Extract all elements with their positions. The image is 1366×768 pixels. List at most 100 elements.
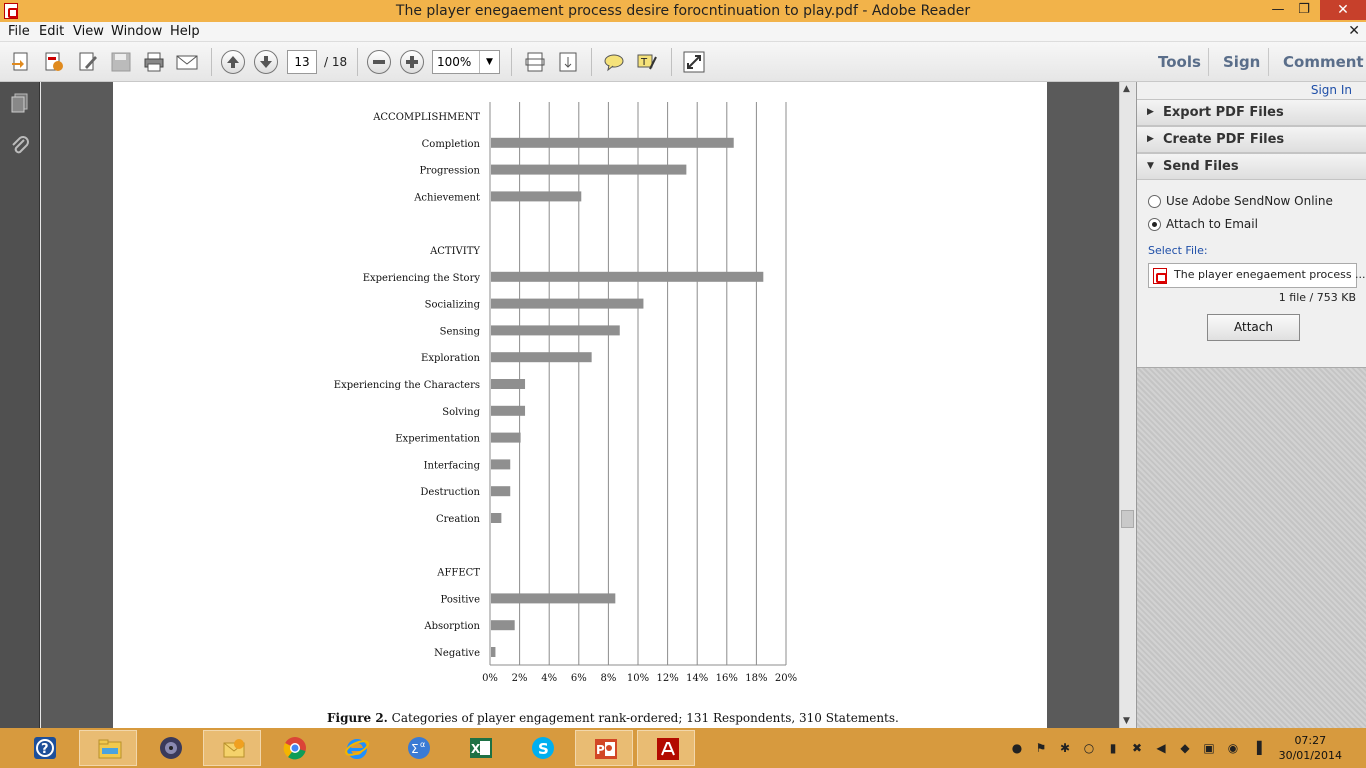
flag-tray-icon[interactable]: ⚑	[1034, 741, 1048, 755]
selected-file-name: The player enegaement process ...	[1174, 268, 1366, 281]
device-tray-icon[interactable]: ▮	[1106, 741, 1120, 755]
chevron-down-icon[interactable]: ▼	[479, 51, 499, 73]
sync-tray-icon[interactable]: ○	[1082, 741, 1096, 755]
tab-sign[interactable]: Sign	[1223, 53, 1260, 71]
svg-text:X: X	[471, 742, 481, 756]
power-tray-icon[interactable]: ●	[1010, 741, 1024, 755]
highlight-text-icon[interactable]: T	[636, 51, 658, 73]
left-navigation-pane	[0, 82, 40, 728]
taskbar-skype[interactable]: S	[513, 730, 571, 766]
toolbar: 13 / 18 100% ▼ T Tools Sign Comment	[0, 42, 1366, 82]
scroll-down-icon[interactable]: ▼	[1123, 716, 1130, 726]
attachments-icon[interactable]	[9, 134, 31, 156]
close-document-icon[interactable]: ✕	[1348, 23, 1360, 39]
radio-sendnow-label[interactable]: Use Adobe SendNow Online	[1166, 194, 1333, 208]
help-icon: ?	[34, 737, 56, 759]
title-bar: The player enegaement process desire for…	[0, 0, 1366, 22]
open-file-icon[interactable]	[10, 51, 32, 73]
scroll-mode-icon[interactable]	[557, 51, 579, 73]
export-pdf-section[interactable]: ▶ Export PDF Files	[1137, 99, 1366, 126]
excel-icon: X	[470, 738, 492, 758]
radio-attach-email[interactable]	[1148, 218, 1161, 231]
create-pdf-section[interactable]: ▶ Create PDF Files	[1137, 126, 1366, 153]
menu-help[interactable]: Help	[170, 24, 200, 39]
display-tray-icon[interactable]: ▣	[1202, 741, 1216, 755]
maximize-button[interactable]: ❐	[1291, 0, 1317, 20]
next-page-button[interactable]	[254, 50, 278, 74]
bar	[491, 298, 644, 309]
category-label: Achievement	[413, 192, 480, 203]
menu-view[interactable]: View	[73, 24, 104, 39]
x-tick-label: 0%	[482, 673, 498, 684]
zoom-in-button[interactable]	[400, 50, 424, 74]
taskbar-powerpoint[interactable]: P	[575, 730, 633, 766]
signal-strength-icon[interactable]: ▐	[1250, 741, 1264, 755]
pdf-file-icon	[1153, 268, 1167, 284]
taskbar-adobe-reader[interactable]	[637, 730, 695, 766]
category-label: Destruction	[420, 487, 480, 498]
svg-text:P: P	[596, 743, 605, 757]
volume-tray-icon[interactable]: ◀	[1154, 741, 1168, 755]
clock-date: 30/01/2014	[1278, 749, 1342, 762]
tab-tools[interactable]: Tools	[1158, 53, 1201, 71]
scroll-up-icon[interactable]: ▲	[1123, 84, 1130, 94]
sign-in-link[interactable]: Sign In	[1311, 83, 1352, 97]
minimize-button[interactable]: —	[1265, 0, 1291, 20]
bar	[491, 486, 511, 497]
send-files-section[interactable]: ▼ Send Files	[1137, 153, 1366, 180]
email-icon[interactable]	[176, 51, 198, 73]
norton-tray-icon[interactable]: ◉	[1226, 741, 1240, 755]
page-number-input[interactable]: 13	[287, 50, 317, 74]
zoom-out-button[interactable]	[367, 50, 391, 74]
bar	[491, 271, 764, 282]
export-pdf-label: Export PDF Files	[1163, 105, 1284, 120]
document-view[interactable]: 0% 2% 4% 6% 8% 10% 12% 14% 16% 18% 20% ACCOMPLISHME…	[41, 82, 1119, 728]
previous-page-button[interactable]	[221, 50, 245, 74]
menu-window[interactable]: Window	[111, 24, 162, 39]
svg-text:α: α	[420, 740, 425, 749]
close-window-button[interactable]: ✕	[1320, 0, 1366, 20]
edit-pdf-icon[interactable]	[77, 51, 99, 73]
group-label: ACTIVITY	[429, 246, 480, 257]
category-label: Experiencing the Characters	[334, 380, 480, 391]
print-icon[interactable]	[143, 51, 165, 73]
taskbar-help[interactable]: ?	[16, 730, 76, 766]
adobe-reader-icon	[657, 738, 679, 760]
zoom-select[interactable]: 100% ▼	[432, 50, 500, 74]
taskbar-media-player[interactable]	[141, 730, 199, 766]
attach-button[interactable]: Attach	[1207, 314, 1300, 341]
vertical-scrollbar[interactable]: ▲ ▼	[1119, 82, 1135, 728]
selected-file-field[interactable]: The player enegaement process ...	[1148, 263, 1366, 288]
bluetooth-tray-icon[interactable]: ✱	[1058, 741, 1072, 755]
category-label: Experiencing the Story	[363, 273, 481, 284]
taskbar-file-explorer[interactable]	[79, 730, 137, 766]
tab-comment[interactable]: Comment	[1283, 53, 1364, 71]
taskbar-calculator[interactable]: Σα	[389, 730, 447, 766]
radio-sendnow[interactable]	[1148, 195, 1161, 208]
save-icon[interactable]	[110, 51, 132, 73]
system-clock[interactable]: 07:27 30/01/2014	[1279, 733, 1342, 763]
scrollbar-thumb[interactable]	[1121, 510, 1134, 528]
radio-attach-email-label[interactable]: Attach to Email	[1166, 217, 1258, 231]
security-tray-icon[interactable]: ◆	[1178, 741, 1192, 755]
media-player-icon	[160, 737, 182, 759]
taskbar-chrome[interactable]	[265, 730, 323, 766]
clock-time: 07:27	[1294, 734, 1327, 747]
full-screen-icon[interactable]	[683, 51, 705, 73]
menu-bar: File Edit View Window Help ✕	[0, 22, 1366, 42]
chrome-icon	[283, 737, 306, 760]
menu-file[interactable]: File	[8, 24, 30, 39]
network-tray-icon[interactable]: ✖	[1130, 741, 1144, 755]
x-tick-label: 16%	[716, 673, 738, 684]
bar	[491, 191, 582, 202]
create-pdf-icon[interactable]	[43, 51, 65, 73]
fit-page-icon[interactable]	[524, 51, 546, 73]
tab-separator	[1268, 48, 1269, 76]
taskbar-outlook[interactable]	[203, 730, 261, 766]
menu-edit[interactable]: Edit	[39, 24, 64, 39]
sticky-note-icon[interactable]	[603, 51, 625, 73]
math-calculator-icon: Σα	[408, 737, 430, 759]
taskbar-excel[interactable]: X	[451, 730, 509, 766]
page-thumbnails-icon[interactable]	[9, 92, 31, 114]
taskbar-internet-explorer[interactable]	[327, 730, 385, 766]
